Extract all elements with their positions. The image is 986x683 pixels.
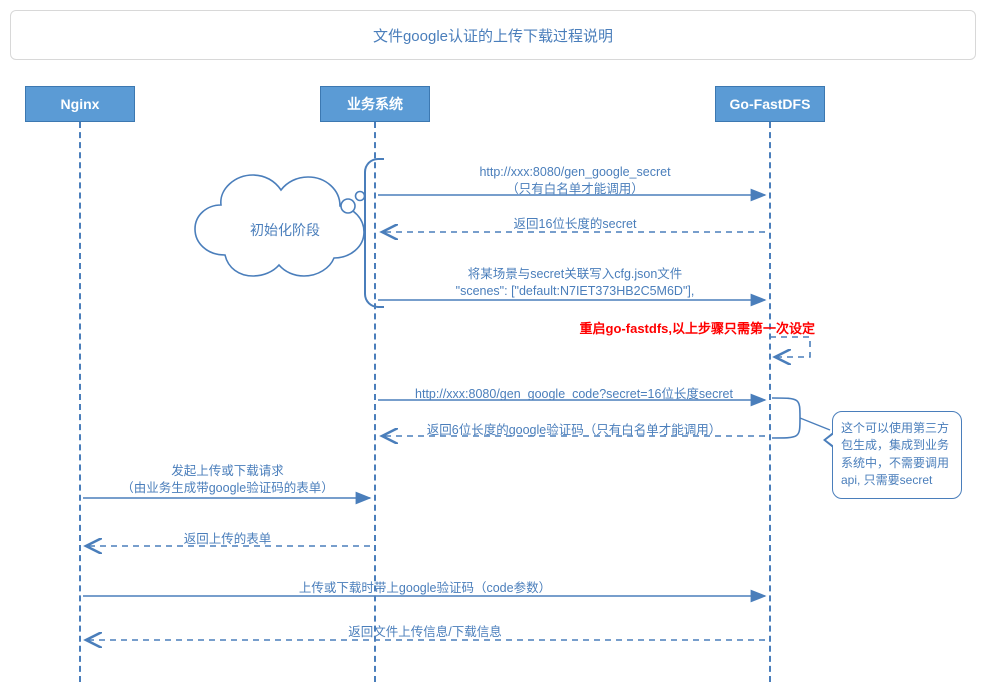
init-phase-bracket [364,158,384,308]
msg-gen-secret: http://xxx:8080/gen_google_secret （只有白名单… [400,164,750,198]
side-note-balloon: 这个可以使用第三方包生成，集成到业务系统中，不需要调用api, 只需要secre… [832,411,962,499]
lifeline-nginx [79,122,81,682]
actor-go: Go-FastDFS [715,86,825,122]
msg-restart-note: 重启go-fastdfs,以上步骤只需第一次设定 [510,320,815,338]
msg-request-form: 发起上传或下载请求 （由业务生成带google验证码的表单） [85,463,370,497]
cloud-label: 初始化阶段 [245,220,325,240]
msg-gen-code: http://xxx:8080/gen_google_code?secret=1… [388,386,760,403]
msg-return-form: 返回上传的表单 [85,531,370,548]
msg-return-fileinfo: 返回文件上传信息/下载信息 [85,624,765,641]
msg-upload-with-code: 上传或下载时带上google验证码（code参数） [85,580,765,597]
diagram-title: 文件google认证的上传下载过程说明 [10,10,976,60]
actor-nginx: Nginx [25,86,135,122]
lifeline-go [769,122,771,682]
msg-return-secret: 返回16位长度的secret [400,216,750,233]
msg-return-code: 返回6位长度的google验证码（只有白名单才能调用） [388,422,760,439]
msg-write-cfg: 将某场景与secret关联写入cfg.json文件 "scenes": ["de… [400,266,750,300]
actor-biz: 业务系统 [320,86,430,122]
